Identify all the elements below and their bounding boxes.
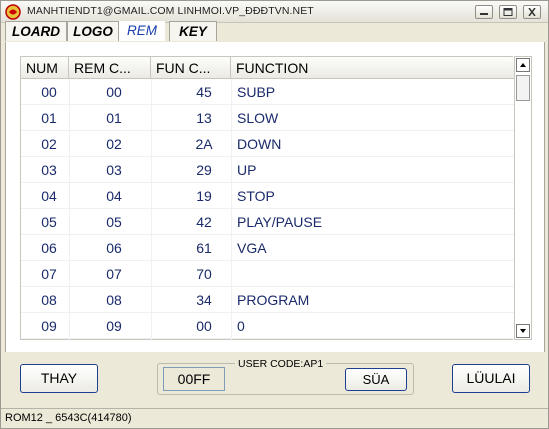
table-row[interactable]: 00 00 45 SUBP	[21, 79, 514, 105]
cell-rem-code: 07	[106, 266, 122, 282]
tab-logo[interactable]: LOGO	[67, 21, 119, 41]
cell-function	[237, 261, 507, 287]
table-row[interactable]: 01 01 13 SLOW	[21, 105, 514, 131]
arrow-up-icon	[520, 63, 526, 67]
cell-num: 02	[41, 136, 57, 152]
cell-fun-code: 29	[196, 162, 212, 178]
cell-function: DOWN	[237, 136, 282, 152]
cell-fun-code: 70	[196, 266, 212, 282]
arrow-down-icon	[520, 329, 526, 333]
cell-fun-code: 2A	[195, 136, 213, 152]
cell-function: SUBP	[237, 84, 276, 100]
table-row[interactable]: 09 09 00 0	[21, 313, 514, 339]
cell-rem-code: 01	[106, 110, 122, 126]
close-icon	[528, 8, 536, 16]
cell-num: 07	[41, 266, 57, 282]
status-text: ROM12 _ 6543C(414780)	[5, 412, 132, 424]
cell-function: SLOW	[237, 110, 279, 126]
cell-function: 0	[237, 318, 245, 334]
tab-rem[interactable]: REM	[119, 21, 165, 41]
sua-button[interactable]: SÜA	[345, 368, 407, 391]
cell-num: 04	[41, 188, 57, 204]
cell-fun-code: 19	[196, 188, 212, 204]
cell-rem-code: 02	[106, 136, 122, 152]
column-header-function[interactable]: FUNCTION	[231, 57, 514, 79]
cell-num: 08	[41, 292, 57, 308]
cell-rem-code: 08	[106, 292, 122, 308]
scroll-down-button[interactable]	[516, 324, 530, 338]
tab-key[interactable]: KEY	[169, 21, 217, 41]
cell-fun-code: 34	[196, 292, 212, 308]
cell-function: PLAY/PAUSE	[237, 214, 323, 230]
user-code-label: USER CODE:AP1	[235, 358, 327, 370]
close-button[interactable]	[523, 5, 541, 19]
cell-function: UP	[237, 162, 257, 178]
cell-rem-code: 04	[106, 188, 122, 204]
cell-rem-code: 05	[106, 214, 122, 230]
cell-rem-code: 09	[106, 318, 122, 334]
cell-num: 05	[41, 214, 57, 230]
title-bar: MANHTIENDT1@GMAIL.COM LINHMOI.VP_ĐĐĐTVN.…	[1, 1, 548, 23]
cell-function: PROGRAM	[237, 292, 310, 308]
tab-loard[interactable]: LOARD	[5, 21, 67, 41]
cell-num: 06	[41, 240, 57, 256]
main-window: MANHTIENDT1@GMAIL.COM LINHMOI.VP_ĐĐĐTVN.…	[0, 0, 549, 429]
vertical-scrollbar[interactable]	[514, 56, 532, 340]
cell-num: 09	[41, 318, 57, 334]
cell-num: 01	[41, 110, 57, 126]
thay-button[interactable]: THAY	[20, 364, 98, 393]
table-row[interactable]: 03 03 29 UP	[21, 157, 514, 183]
window-title: MANHTIENDT1@GMAIL.COM LINHMOI.VP_ĐĐĐTVN.…	[27, 5, 314, 17]
table-row[interactable]: 07 07 70	[21, 261, 514, 287]
cell-rem-code: 03	[106, 162, 122, 178]
column-header-rem-code[interactable]: REM C...	[69, 57, 151, 79]
cell-rem-code: 06	[106, 240, 122, 256]
minimize-icon	[480, 13, 488, 15]
table-row[interactable]: 05 05 42 PLAY/PAUSE	[21, 209, 514, 235]
tab-strip: LOARD LOGO REM KEY	[5, 21, 545, 43]
rem-list[interactable]: NUM REM C... FUN C... FUNCTION 00 00 45 SUB…	[20, 56, 514, 341]
minimize-button[interactable]	[475, 5, 493, 19]
cell-function: STOP	[237, 188, 275, 204]
rem-panel: NUM REM C... FUN C... FUNCTION 00 00 45 SUB…	[5, 42, 545, 352]
maximize-icon	[503, 8, 513, 16]
cell-fun-code: 00	[196, 318, 212, 334]
cell-fun-code: 61	[196, 240, 212, 256]
table-row[interactable]: 06 06 61 VGA	[21, 235, 514, 261]
cell-fun-code: 13	[196, 110, 212, 126]
cell-fun-code: 45	[196, 84, 212, 100]
cell-function: VGA	[237, 240, 267, 256]
app-logo-icon	[5, 4, 21, 20]
scroll-up-button[interactable]	[516, 58, 530, 72]
list-header: NUM REM C... FUN C... FUNCTION	[21, 57, 514, 79]
cell-rem-code: 00	[106, 84, 122, 100]
luulai-button[interactable]: LÜULAI	[452, 364, 530, 393]
cell-fun-code: 42	[196, 214, 212, 230]
column-header-fun-code[interactable]: FUN C...	[151, 57, 231, 79]
maximize-button[interactable]	[499, 5, 517, 19]
cell-num: 00	[41, 84, 57, 100]
column-header-num[interactable]: NUM	[21, 57, 69, 79]
status-bar: ROM12 _ 6543C(414780)	[1, 408, 548, 428]
cell-num: 03	[41, 162, 57, 178]
user-code-field[interactable]: 00FF	[163, 367, 225, 391]
scroll-thumb[interactable]	[516, 75, 530, 101]
table-row[interactable]: 08 08 34 PROGRAM	[21, 287, 514, 313]
table-row[interactable]: 04 04 19 STOP	[21, 183, 514, 209]
table-row[interactable]: 02 02 2A DOWN	[21, 131, 514, 157]
